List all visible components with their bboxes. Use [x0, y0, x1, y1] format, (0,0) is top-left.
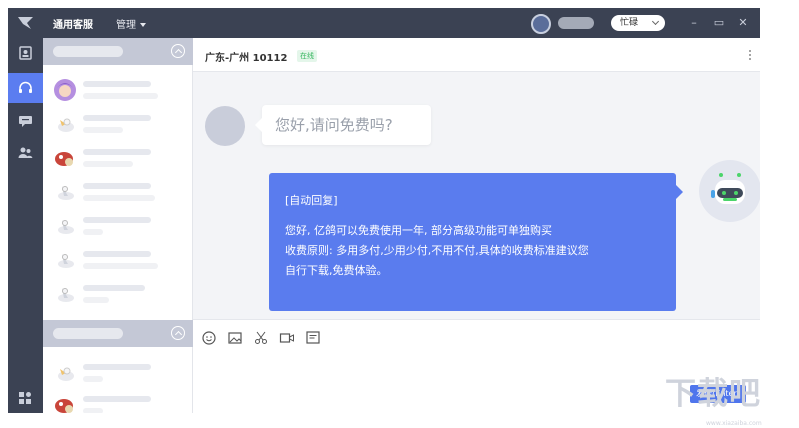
group-name-placeholder: [53, 328, 123, 339]
contact-item[interactable]: [43, 141, 193, 175]
group-name-placeholder: [53, 46, 123, 57]
user-avatar[interactable]: [531, 14, 551, 34]
contact-item[interactable]: [43, 277, 193, 311]
avatar: [58, 220, 74, 234]
contact-item[interactable]: [43, 356, 193, 390]
watermark-url: www.xiazaiba.com: [706, 420, 762, 427]
visitor-avatar: [205, 106, 245, 146]
collapse-icon[interactable]: [171, 326, 185, 340]
nav-service[interactable]: [8, 73, 43, 103]
status-label: 忙碌: [620, 18, 639, 28]
chat-header: 广东-广州 10112 在线: [193, 38, 760, 72]
chat-bubble-icon: [19, 116, 32, 127]
chevron-down-icon: [651, 17, 660, 26]
nav-messages[interactable]: [8, 106, 43, 136]
auto-reply-message: [自动回复] 您好, 亿鸽可以免费使用一年, 部分高级功能可单独购买 收费原则:…: [269, 173, 683, 311]
avatar: [58, 254, 74, 268]
more-options-icon[interactable]: [749, 50, 752, 62]
close-button[interactable]: ✕: [735, 15, 751, 31]
chat-title: 广东-广州 10112: [205, 53, 288, 64]
image-icon[interactable]: [227, 330, 243, 346]
watermark-logo: 下载吧: [665, 376, 761, 412]
auto-reply-tag: [自动回复]: [285, 194, 338, 207]
avatar: [58, 118, 74, 132]
account-name-pill[interactable]: [558, 17, 594, 29]
nav-apps[interactable]: [8, 383, 43, 413]
online-badge: 在线: [297, 50, 317, 62]
contact-item[interactable]: [43, 107, 193, 141]
avatar: [58, 186, 74, 200]
contact-group-header[interactable]: [43, 320, 193, 347]
note-icon[interactable]: [305, 330, 321, 346]
visitor-message: 您好,请问免费吗?: [255, 105, 431, 145]
manage-menu-label: 管理: [116, 20, 136, 31]
logo-icon: [8, 8, 43, 38]
scissors-icon[interactable]: [253, 330, 269, 346]
avatar: [54, 79, 76, 101]
users-icon: [18, 147, 33, 158]
contact-item[interactable]: [43, 243, 193, 277]
maximize-button[interactable]: ▭: [711, 15, 727, 31]
avatar: [58, 288, 74, 302]
manage-menu[interactable]: 管理: [116, 16, 146, 31]
contact-item[interactable]: [43, 388, 193, 413]
contact-item[interactable]: [43, 209, 193, 243]
caret-down-icon: [140, 23, 146, 27]
nav-users[interactable]: [8, 138, 43, 168]
contact-item[interactable]: [43, 73, 193, 107]
contact-list: [43, 38, 193, 413]
left-nav: [8, 38, 43, 413]
contact-group-header[interactable]: [43, 38, 193, 65]
contacts-book-icon: [19, 46, 32, 60]
app-window: 通用客服 管理 忙碌 – ▭ ✕ 广东-广州 10112 在线 您好,请问免费吗…: [8, 8, 760, 413]
contact-item[interactable]: [43, 175, 193, 209]
collapse-icon[interactable]: [171, 44, 185, 58]
chat-panel: 广东-广州 10112 在线 您好,请问免费吗? [自动回复] 您好, 亿鸽可以…: [193, 38, 760, 413]
video-icon[interactable]: [279, 330, 295, 346]
title-bar: 通用客服 管理 忙碌 – ▭ ✕: [8, 8, 760, 38]
status-select[interactable]: 忙碌: [611, 15, 665, 31]
headset-icon: [19, 81, 32, 93]
emoji-icon[interactable]: [201, 330, 217, 346]
app-title: 通用客服: [53, 20, 93, 31]
robot-avatar: [699, 160, 760, 222]
avatar: [58, 367, 74, 381]
apps-grid-icon: [19, 392, 31, 404]
avatar: [55, 152, 73, 166]
auto-reply-text: 您好, 亿鸽可以免费使用一年, 部分高级功能可单独购买 收费原则: 多用多付,少…: [285, 224, 589, 277]
avatar: [55, 399, 73, 413]
nav-contacts[interactable]: [8, 38, 43, 68]
minimize-button[interactable]: –: [686, 15, 702, 31]
